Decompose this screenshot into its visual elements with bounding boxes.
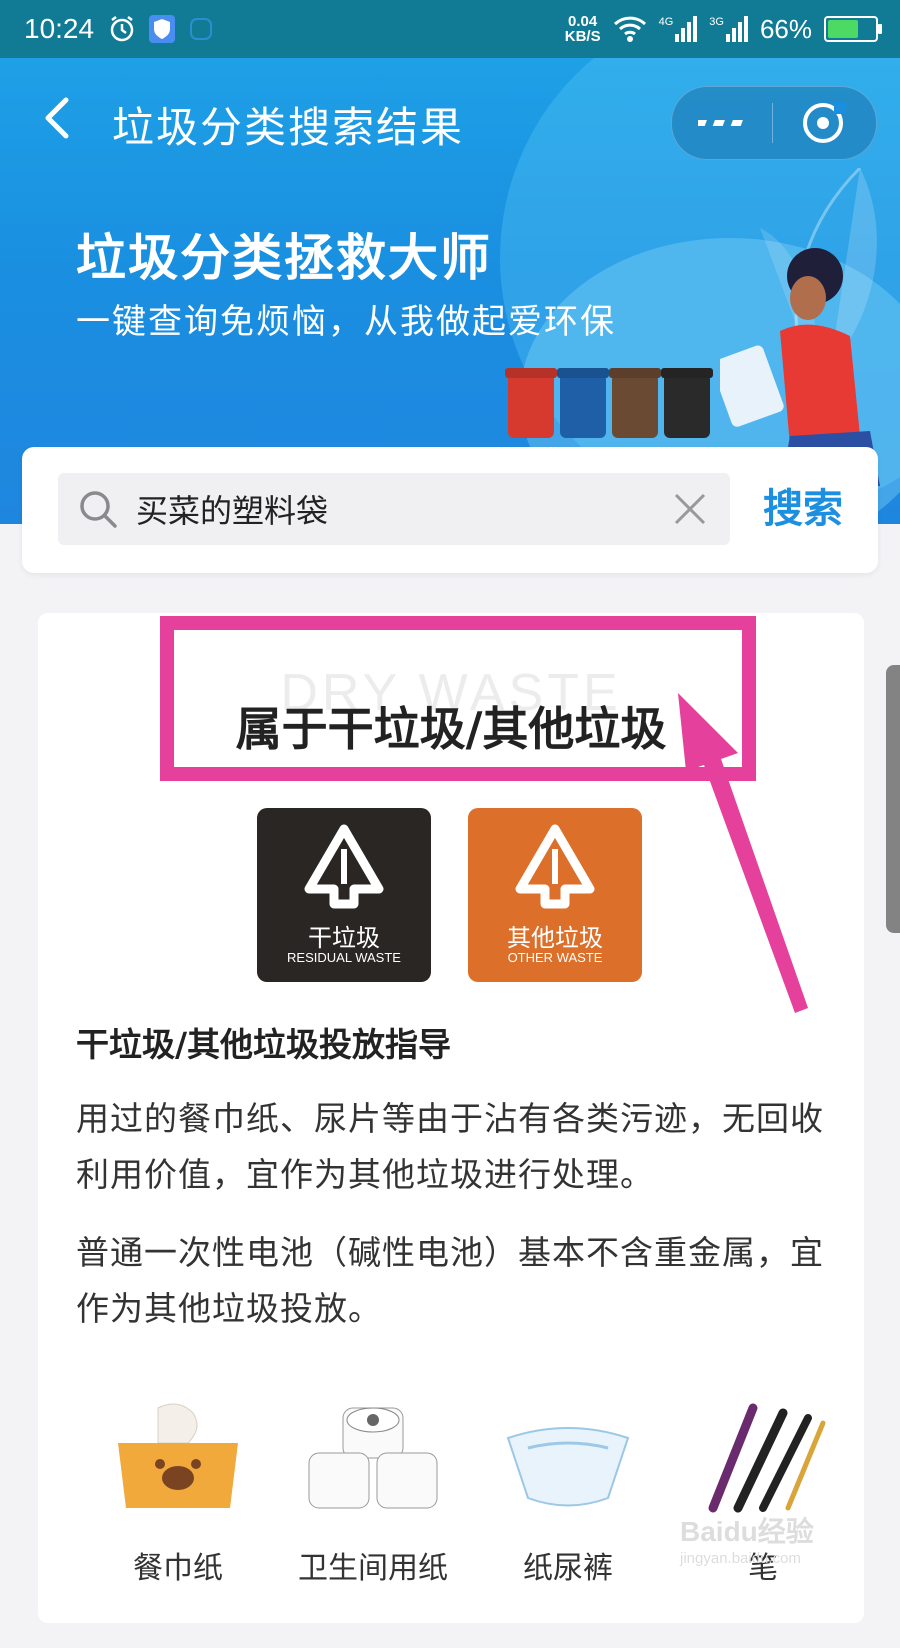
nav-bar: 垃圾分类搜索结果 xyxy=(0,58,900,178)
battery-icon xyxy=(824,16,882,42)
trash-bins-illustration xyxy=(508,376,710,438)
battery-percent: 66% xyxy=(759,13,812,44)
page-title: 垃圾分类搜索结果 xyxy=(112,103,465,152)
black-bin-icon xyxy=(664,376,710,438)
diaper-icon xyxy=(506,1427,630,1507)
example-label: 纸尿裤 xyxy=(523,1551,613,1586)
other-waste-tile: 其他垃圾 OTHER WASTE xyxy=(468,808,642,982)
side-scroll-handle[interactable] xyxy=(886,665,900,933)
result-card: DRY WASTE 属于干垃圾/其他垃圾 干垃圾 RESIDUAL WASTE … xyxy=(38,613,864,1623)
search-icon xyxy=(80,491,117,528)
wifi-icon xyxy=(613,16,646,42)
tile-label-cn: 其他垃圾 xyxy=(507,924,603,952)
net-speed-unit: KB/S xyxy=(564,28,601,45)
guide-paragraph: 普通一次性电池（碱性电池）基本不含重金属，宜作为其他垃圾投放。 xyxy=(76,1233,824,1328)
search-button[interactable]: 搜索 xyxy=(748,473,858,545)
signal-3g-icon: 3G xyxy=(709,16,748,42)
search-card: 搜索 xyxy=(22,447,878,573)
example-item[interactable]: 卫生间用纸 xyxy=(293,1388,453,1586)
red-bin-icon xyxy=(508,376,554,438)
result-title: 属于干垃圾/其他垃圾 xyxy=(235,702,667,756)
toilet-paper-icon xyxy=(308,1407,438,1509)
brown-bin-icon xyxy=(612,376,658,438)
example-label: 卫生间用纸 xyxy=(298,1551,448,1586)
alarm-icon xyxy=(110,16,134,42)
tissue-box-icon xyxy=(118,1403,238,1508)
shield-icon xyxy=(149,15,176,43)
watermark-brand: Baidu经验 xyxy=(680,1516,814,1547)
close-miniapp-button[interactable] xyxy=(773,87,873,159)
recycle-triangle-icon xyxy=(515,824,595,909)
guide-paragraph: 用过的餐巾纸、尿片等由于沾有各类污迹，无回收利用价值，宜作为其他垃圾进行处理。 xyxy=(76,1099,824,1194)
baidu-watermark: Baidu经验 jingyan.baidu.com xyxy=(680,1510,814,1567)
search-input[interactable] xyxy=(136,487,606,531)
banner-title: 垃圾分类拯救大师 xyxy=(76,229,492,287)
example-label: 餐巾纸 xyxy=(133,1551,223,1586)
blue-bin-icon xyxy=(560,376,606,438)
status-bar: 10:24 0.04 KB/S 4G 3G 66% xyxy=(0,0,900,58)
example-item[interactable]: 笔 xyxy=(683,1388,843,1586)
status-time: 10:24 xyxy=(24,13,95,44)
back-icon[interactable] xyxy=(38,96,78,140)
watermark-url: jingyan.baidu.com xyxy=(680,1550,801,1567)
search-box[interactable] xyxy=(58,473,730,545)
recycle-triangle-icon xyxy=(304,824,384,909)
more-icon xyxy=(698,120,743,126)
guide-title: 干垃圾/其他垃圾投放指导 xyxy=(76,1025,452,1064)
tile-label-en: OTHER WASTE xyxy=(507,950,603,965)
notification-icon xyxy=(190,18,213,40)
example-item[interactable]: 纸尿裤 xyxy=(488,1388,648,1586)
clear-icon[interactable] xyxy=(672,491,708,527)
tile-label-en: RESIDUAL WASTE xyxy=(287,950,401,965)
example-item[interactable]: 餐巾纸 xyxy=(98,1388,258,1586)
signal-4g-icon: 4G xyxy=(659,16,698,42)
residual-waste-tile: 干垃圾 RESIDUAL WASTE xyxy=(257,808,431,982)
tile-label-cn: 干垃圾 xyxy=(308,924,380,952)
pens-icon xyxy=(708,1403,826,1513)
miniapp-capsule xyxy=(671,86,877,160)
close-target-icon xyxy=(803,102,846,143)
more-button[interactable] xyxy=(672,87,772,159)
banner-subtitle: 一键查询免烦恼，从我做起爱环保 xyxy=(76,302,616,342)
